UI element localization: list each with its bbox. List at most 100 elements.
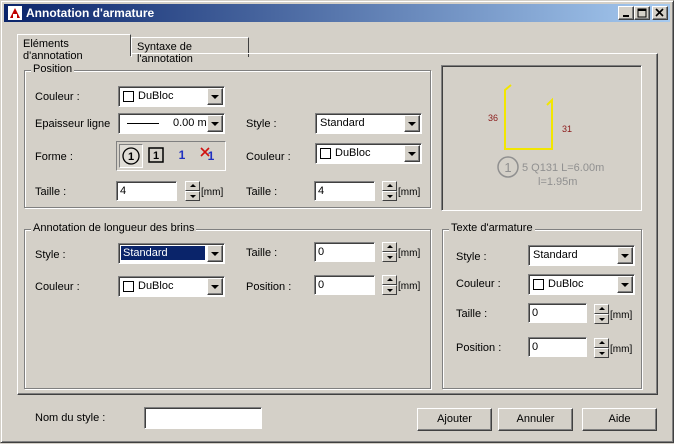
- chevron-down-icon[interactable]: [404, 145, 420, 162]
- color-swatch: [123, 91, 134, 102]
- close-icon: [655, 8, 664, 17]
- texte-style-label: Style :: [456, 251, 487, 263]
- texte-position-input[interactable]: 0: [528, 337, 587, 357]
- style-value: Standard: [320, 117, 365, 129]
- ajouter-button[interactable]: Ajouter: [417, 408, 492, 431]
- rebar-preview-drawing: 36 31 1 5 Q131 L=6.00m l=1.95m: [488, 84, 604, 188]
- taille-spinner[interactable]: [185, 181, 200, 201]
- texte-taille-input[interactable]: 0: [528, 303, 587, 323]
- taille2-label: Taille :: [246, 186, 278, 198]
- couleur-value: DuBloc: [138, 90, 174, 102]
- dim-right-label: 31: [562, 124, 572, 134]
- nom-style-label: Nom du style :: [35, 412, 106, 424]
- tab-elements-annotation[interactable]: Eléments d'annotation: [17, 34, 131, 62]
- line-sample-icon: [127, 123, 159, 124]
- maximize-icon: [637, 8, 647, 18]
- texte-position-spinner[interactable]: [594, 338, 609, 358]
- chevron-down-icon[interactable]: [207, 115, 223, 132]
- couleur2-label: Couleur :: [246, 151, 291, 163]
- texte-taille-label: Taille :: [456, 308, 488, 320]
- title-bar[interactable]: Annotation d'armature: [4, 4, 670, 22]
- brins-couleur-value: DuBloc: [138, 280, 174, 292]
- group-title: Annotation de longueur des brins: [31, 222, 197, 234]
- brins-style-label: Style :: [35, 249, 66, 261]
- circle-number-icon: 1: [122, 147, 140, 165]
- ajouter-label: Ajouter: [437, 413, 472, 425]
- minimize-icon: [623, 15, 629, 17]
- forme-selector: 1 1 1 1: [116, 141, 226, 171]
- forme-plain-button[interactable]: 1: [171, 144, 195, 168]
- chevron-down-icon[interactable]: [207, 245, 223, 262]
- preview-panel: 36 31 1 5 Q131 L=6.00m l=1.95m: [441, 65, 642, 211]
- texte-taille-spinner[interactable]: [594, 304, 609, 324]
- brins-position-input[interactable]: 0: [314, 275, 375, 295]
- taille2-spinner[interactable]: [382, 181, 397, 201]
- preview-line1: 5 Q131 L=6.00m: [522, 162, 604, 174]
- annuler-button[interactable]: Annuler: [498, 408, 573, 431]
- close-button[interactable]: [652, 6, 668, 20]
- brins-position-spinner[interactable]: [382, 275, 397, 295]
- square-number-icon: 1: [148, 147, 164, 163]
- texte-couleur-value: DuBloc: [548, 278, 584, 290]
- brins-position-label: Position :: [246, 281, 292, 293]
- couleur2-select[interactable]: DuBloc: [315, 143, 422, 164]
- couleur-select[interactable]: DuBloc: [118, 86, 225, 107]
- nom-style-input[interactable]: [144, 407, 262, 429]
- chevron-down-icon[interactable]: [404, 115, 420, 132]
- brins-position-value: 0: [318, 279, 325, 291]
- color-swatch: [320, 148, 331, 159]
- texte-taille-value: 0: [532, 307, 539, 319]
- taille-unit: [mm]: [201, 187, 224, 198]
- brins-taille-input[interactable]: 0: [314, 242, 375, 262]
- texte-position-unit: [mm]: [610, 344, 633, 355]
- taille2-unit: [mm]: [398, 187, 421, 198]
- texte-taille-unit: [mm]: [610, 310, 633, 321]
- taille2-input[interactable]: 4: [314, 181, 375, 201]
- maximize-button[interactable]: [634, 6, 650, 20]
- forme-label: Forme :: [35, 151, 73, 163]
- dim-left-label: 36: [488, 113, 498, 123]
- minimize-button[interactable]: [618, 6, 634, 20]
- chevron-down-icon[interactable]: [207, 278, 223, 295]
- color-swatch: [123, 281, 134, 292]
- brins-couleur-select[interactable]: DuBloc: [118, 276, 225, 297]
- chevron-down-icon[interactable]: [207, 88, 223, 105]
- epaisseur-label: Epaisseur ligne: [35, 118, 111, 130]
- chevron-down-icon[interactable]: [617, 247, 633, 264]
- texte-position-value: 0: [532, 341, 539, 353]
- taille2-value: 4: [318, 185, 325, 197]
- texte-style-select[interactable]: Standard: [528, 245, 635, 266]
- brins-style-select[interactable]: Standard: [118, 243, 225, 264]
- brins-taille-unit: [mm]: [398, 248, 421, 259]
- app-icon: [7, 5, 23, 21]
- position-number: 1: [504, 160, 511, 175]
- chevron-down-icon[interactable]: [617, 276, 633, 293]
- tab-label: Eléments d'annotation: [23, 38, 83, 62]
- plain-number-icon: 1: [179, 148, 186, 162]
- aide-button[interactable]: Aide: [582, 408, 657, 431]
- forme-square-button[interactable]: 1: [145, 144, 169, 168]
- texte-couleur-select[interactable]: DuBloc: [528, 274, 635, 295]
- brins-taille-spinner[interactable]: [382, 242, 397, 262]
- taille-input[interactable]: 4: [116, 181, 177, 201]
- dialog-window: Annotation d'armature Eléments d'annotat…: [0, 0, 674, 443]
- epaisseur-select[interactable]: 0.00 mm: [118, 113, 225, 134]
- crossed-number-icon: 1: [200, 147, 215, 163]
- style-select[interactable]: Standard: [315, 113, 422, 134]
- forme-circle-button[interactable]: 1: [119, 144, 143, 168]
- texte-style-value: Standard: [533, 249, 578, 261]
- couleur2-value: DuBloc: [335, 147, 371, 159]
- brins-position-unit: [mm]: [398, 281, 421, 292]
- svg-text:1: 1: [153, 150, 159, 162]
- window-title: Annotation d'armature: [26, 6, 155, 20]
- group-title: Texte d'armature: [449, 222, 535, 234]
- preview-line2: l=1.95m: [538, 176, 577, 188]
- taille-value: 4: [120, 185, 127, 197]
- couleur-label: Couleur :: [35, 91, 80, 103]
- svg-text:1: 1: [128, 151, 134, 163]
- forme-none-button[interactable]: 1: [197, 144, 221, 168]
- aide-label: Aide: [608, 413, 631, 425]
- svg-text:1: 1: [179, 148, 186, 162]
- color-swatch: [533, 279, 544, 290]
- brins-taille-value: 0: [318, 246, 325, 258]
